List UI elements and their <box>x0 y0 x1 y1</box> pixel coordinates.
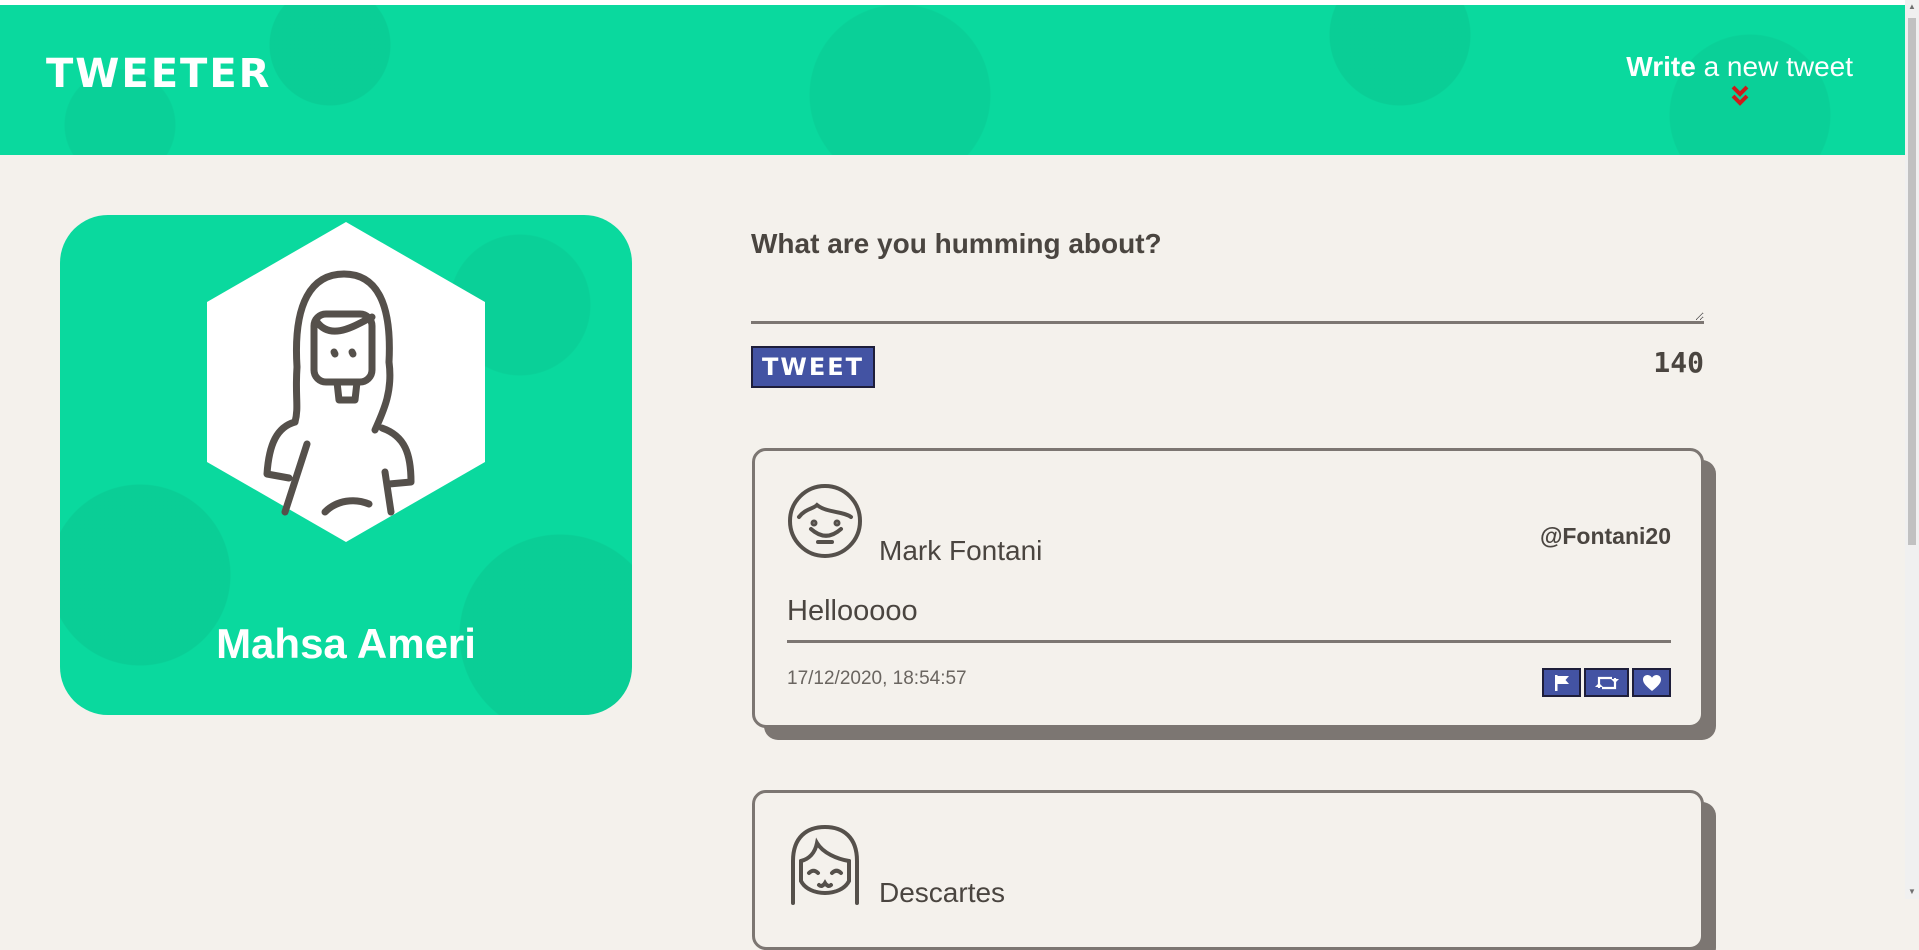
vertical-scrollbar[interactable]: ▲ ▼ <box>1905 0 1919 899</box>
flag-icon <box>1554 674 1569 691</box>
write-label-rest: a new tweet <box>1695 51 1853 82</box>
profile-avatar <box>207 222 485 542</box>
tweet-actions <box>1542 668 1671 697</box>
tweet-submit-button[interactable]: TWEET <box>751 346 875 388</box>
retweet-button[interactable] <box>1584 668 1629 697</box>
profile-name: Mahsa Ameri <box>216 620 476 667</box>
top-navbar: TWEETER Write a new tweet <box>0 5 1905 155</box>
tweet-timestamp: 17/12/2020, 18:54:57 <box>787 668 967 689</box>
tweet-card: Mark Fontani @Fontani20 Hellooooo 17/12/… <box>752 448 1704 728</box>
tweet-author-name: Descartes <box>879 877 1006 908</box>
tweet-author-handle: @Fontani20 <box>1539 523 1671 549</box>
scroll-up-arrow-icon[interactable]: ▲ <box>1905 0 1919 14</box>
tweet-content: Hellooooo <box>787 595 918 627</box>
user-avatar-female-icon <box>791 824 859 905</box>
chevron-double-down-icon <box>1731 85 1749 106</box>
user-profile-card: Mahsa Ameri <box>60 215 632 715</box>
composer-prompt-label: What are you humming about? <box>751 228 1162 259</box>
tweet-card: Descartes <box>752 790 1704 950</box>
tweet-author-name: Mark Fontani <box>879 535 1043 566</box>
scroll-down-arrow-icon[interactable]: ▼ <box>1905 885 1919 899</box>
flag-button[interactable] <box>1542 668 1581 697</box>
retweet-icon <box>1594 676 1619 689</box>
character-counter: 140 <box>1653 346 1704 379</box>
like-button[interactable] <box>1632 668 1671 697</box>
write-new-tweet-toggle[interactable]: Write a new tweet <box>1626 51 1853 107</box>
tweet-divider <box>787 640 1671 643</box>
write-new-tweet-label: Write a new tweet <box>1626 51 1853 83</box>
brand-logo[interactable]: TWEETER <box>46 51 271 97</box>
write-label-strong: Write <box>1626 51 1696 82</box>
user-avatar-male-icon <box>788 484 862 558</box>
tweet-textarea[interactable] <box>751 286 1704 324</box>
heart-icon <box>1642 674 1661 691</box>
scrollbar-thumb[interactable] <box>1908 18 1916 545</box>
new-tweet-composer: What are you humming about? TWEET 140 <box>751 228 1704 388</box>
